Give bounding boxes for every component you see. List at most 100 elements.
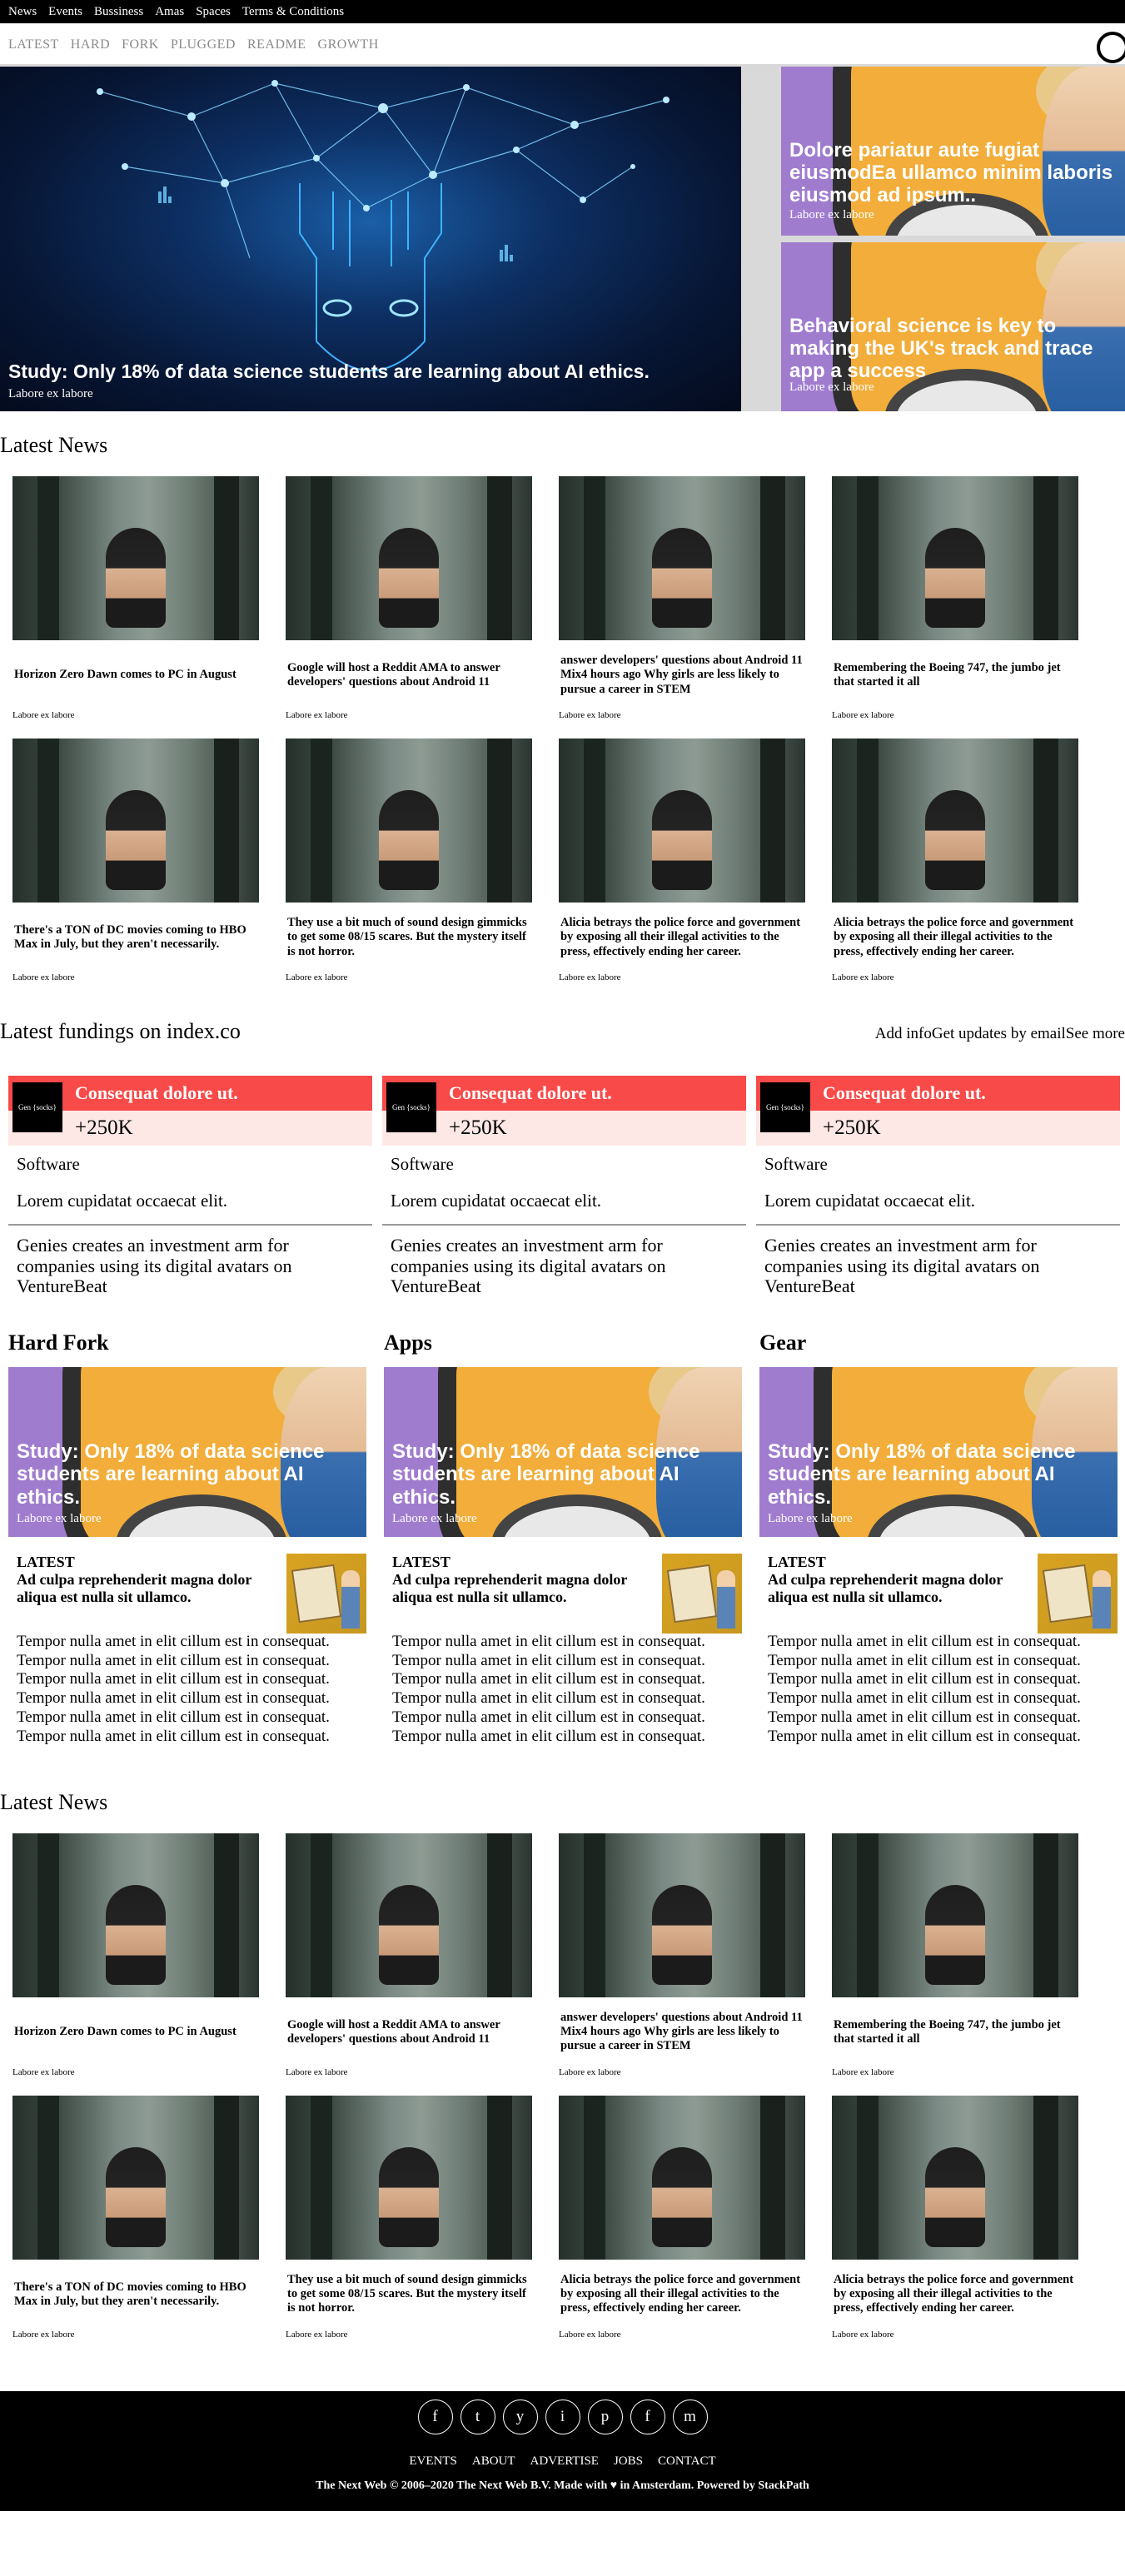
facebook-icon[interactable]: f: [417, 2399, 453, 2434]
news-thumbnail[interactable]: [286, 2095, 532, 2260]
article-link[interactable]: Tempor nulla amet in elit cillum est in …: [17, 1670, 366, 1689]
article-link[interactable]: Tempor nulla amet in elit cillum est in …: [17, 1689, 366, 1708]
funding-card[interactable]: Gen {socks} Consequat dolore ut. +250K Soft…: [8, 1076, 372, 1297]
hero-side-card[interactable]: Dolore pariatur aute fugiat eiusmodEa ul…: [781, 67, 1125, 236]
youtube-icon[interactable]: y: [502, 2399, 538, 2434]
news-title[interactable]: Alicia betrays the police force and gove…: [559, 908, 805, 967]
news-card[interactable]: Alicia betrays the police force and gove…: [832, 2095, 1078, 2358]
news-title[interactable]: Horizon Zero Dawn comes to PC in August: [12, 645, 259, 705]
category-title[interactable]: Gear: [759, 1330, 1118, 1355]
section-link-latest[interactable]: LATEST: [8, 37, 59, 52]
news-card[interactable]: They use a bit much of sound design gimm…: [286, 2095, 532, 2358]
news-thumbnail[interactable]: [832, 738, 1078, 903]
funding-news-link[interactable]: Genies creates an investment arm for com…: [8, 1226, 372, 1297]
article-link[interactable]: Tempor nulla amet in elit cillum est in …: [17, 1728, 366, 1747]
latest-headline[interactable]: Ad culpa reprehenderit magna dolor aliqu…: [17, 1571, 283, 1605]
news-title[interactable]: Google will host a Reddit AMA to answer …: [286, 2002, 532, 2062]
category-hero-card[interactable]: Study: Only 18% of data science students…: [759, 1366, 1118, 1537]
category-hero-title[interactable]: Study: Only 18% of data science students…: [17, 1440, 358, 1509]
latest-headline[interactable]: Ad culpa reprehenderit magna dolor aliqu…: [392, 1571, 659, 1605]
news-thumbnail[interactable]: [559, 738, 805, 903]
news-thumbnail[interactable]: [12, 476, 259, 640]
news-card[interactable]: There's a TON of DC movies coming to HBO…: [12, 2095, 259, 2358]
search-icon[interactable]: [1097, 32, 1125, 63]
category-hero-title[interactable]: Study: Only 18% of data science students…: [392, 1440, 734, 1509]
news-title[interactable]: Remembering the Boeing 747, the jumbo je…: [832, 2002, 1078, 2062]
news-card[interactable]: Alicia betrays the police force and gove…: [832, 738, 1078, 1001]
news-card[interactable]: Horizon Zero Dawn comes to PC in August L…: [12, 1833, 259, 2096]
news-thumbnail[interactable]: [832, 1833, 1078, 1997]
category-title[interactable]: Apps: [384, 1330, 742, 1355]
news-title[interactable]: Alicia betrays the police force and gove…: [559, 2265, 805, 2325]
article-link[interactable]: Tempor nulla amet in elit cillum est in …: [768, 1689, 1118, 1708]
topbar-link-business[interactable]: Bussiness: [94, 5, 143, 19]
article-link[interactable]: Tempor nulla amet in elit cillum est in …: [392, 1728, 742, 1747]
article-link[interactable]: Tempor nulla amet in elit cillum est in …: [17, 1708, 366, 1728]
section-link-fork[interactable]: FORK: [122, 37, 159, 52]
article-link[interactable]: Tempor nulla amet in elit cillum est in …: [17, 1652, 366, 1671]
footer-link-events[interactable]: EVENTS: [409, 2454, 457, 2469]
article-link[interactable]: Tempor nulla amet in elit cillum est in …: [768, 1670, 1118, 1689]
article-link[interactable]: Tempor nulla amet in elit cillum est in …: [768, 1633, 1118, 1652]
news-card[interactable]: answer developers' questions about Andro…: [559, 476, 805, 738]
latest-thumbnail[interactable]: [1038, 1553, 1118, 1634]
news-thumbnail[interactable]: [832, 2095, 1078, 2260]
news-card[interactable]: Remembering the Boeing 747, the jumbo je…: [832, 1833, 1078, 2096]
news-card[interactable]: Horizon Zero Dawn comes to PC in August L…: [12, 476, 259, 738]
news-thumbnail[interactable]: [559, 476, 805, 640]
category-hero-card[interactable]: Study: Only 18% of data science students…: [8, 1366, 366, 1537]
article-link[interactable]: Tempor nulla amet in elit cillum est in …: [17, 1633, 366, 1652]
news-thumbnail[interactable]: [12, 738, 259, 903]
hero-side-title[interactable]: Behavioral science is key to making the …: [789, 315, 1123, 383]
instagram-icon[interactable]: i: [545, 2399, 580, 2434]
medium-icon[interactable]: m: [672, 2399, 708, 2434]
hero-main-card[interactable]: Study: Only 18% of data science students…: [0, 67, 741, 411]
footer-link-advertise[interactable]: ADVERTISE: [530, 2454, 599, 2469]
section-link-growth[interactable]: GROWTH: [318, 37, 379, 52]
pinterest-icon[interactable]: p: [587, 2399, 623, 2434]
news-title[interactable]: There's a TON of DC movies coming to HBO…: [12, 2265, 259, 2325]
news-title[interactable]: Horizon Zero Dawn comes to PC in August: [12, 2002, 259, 2062]
news-thumbnail[interactable]: [559, 1833, 805, 1997]
funding-news-link[interactable]: Genies creates an investment arm for com…: [382, 1226, 746, 1297]
news-card[interactable]: Alicia betrays the police force and gove…: [559, 738, 805, 1001]
news-thumbnail[interactable]: [832, 476, 1078, 640]
topbar-link-events[interactable]: Events: [48, 5, 82, 19]
category-title[interactable]: Hard Fork: [8, 1330, 366, 1355]
topbar-link-terms[interactable]: Terms & Conditions: [242, 5, 344, 19]
news-card[interactable]: Google will host a Reddit AMA to answer …: [286, 476, 532, 738]
category-hero-title[interactable]: Study: Only 18% of data science students…: [768, 1440, 1109, 1509]
news-title[interactable]: Alicia betrays the police force and gove…: [832, 908, 1078, 967]
news-title[interactable]: Alicia betrays the police force and gove…: [832, 2265, 1078, 2325]
news-thumbnail[interactable]: [12, 2095, 259, 2260]
news-thumbnail[interactable]: [559, 2095, 805, 2260]
latest-thumbnail[interactable]: [662, 1553, 742, 1634]
twitter-icon[interactable]: t: [460, 2399, 495, 2434]
category-latest[interactable]: LATEST Ad culpa reprehenderit magna dolor…: [759, 1553, 1118, 1634]
hero-side-card[interactable]: Behavioral science is key to making the …: [781, 242, 1125, 411]
flipboard-icon[interactable]: f: [630, 2399, 665, 2434]
funding-news-link[interactable]: Genies creates an investment arm for com…: [756, 1226, 1120, 1297]
topbar-link-spaces[interactable]: Spaces: [196, 5, 231, 19]
category-latest[interactable]: LATEST Ad culpa reprehenderit magna dolor…: [384, 1553, 742, 1634]
company-name[interactable]: Consequat dolore ut.: [823, 1082, 986, 1104]
news-title[interactable]: answer developers' questions about Andro…: [559, 645, 805, 705]
article-link[interactable]: Tempor nulla amet in elit cillum est in …: [392, 1670, 742, 1689]
topbar-link-news[interactable]: News: [8, 5, 37, 19]
category-latest[interactable]: LATEST Ad culpa reprehenderit magna dolor…: [8, 1553, 366, 1634]
company-name[interactable]: Consequat dolore ut.: [75, 1082, 238, 1104]
article-link[interactable]: Tempor nulla amet in elit cillum est in …: [392, 1689, 742, 1708]
company-name[interactable]: Consequat dolore ut.: [449, 1082, 612, 1104]
article-link[interactable]: Tempor nulla amet in elit cillum est in …: [768, 1652, 1118, 1671]
news-thumbnail[interactable]: [12, 1833, 259, 1997]
section-link-plugged[interactable]: PLUGGED: [171, 37, 236, 52]
article-link[interactable]: Tempor nulla amet in elit cillum est in …: [768, 1728, 1118, 1747]
hero-main-title[interactable]: Study: Only 18% of data science students…: [8, 361, 650, 383]
latest-thumbnail[interactable]: [286, 1553, 366, 1634]
footer-link-about[interactable]: ABOUT: [472, 2454, 515, 2469]
footer-link-jobs[interactable]: JOBS: [614, 2454, 643, 2469]
news-card[interactable]: They use a bit much of sound design gimm…: [286, 738, 532, 1001]
section-link-hard[interactable]: HARD: [71, 37, 110, 52]
category-hero-card[interactable]: Study: Only 18% of data science students…: [384, 1366, 742, 1537]
news-title[interactable]: They use a bit much of sound design gimm…: [286, 2265, 532, 2325]
